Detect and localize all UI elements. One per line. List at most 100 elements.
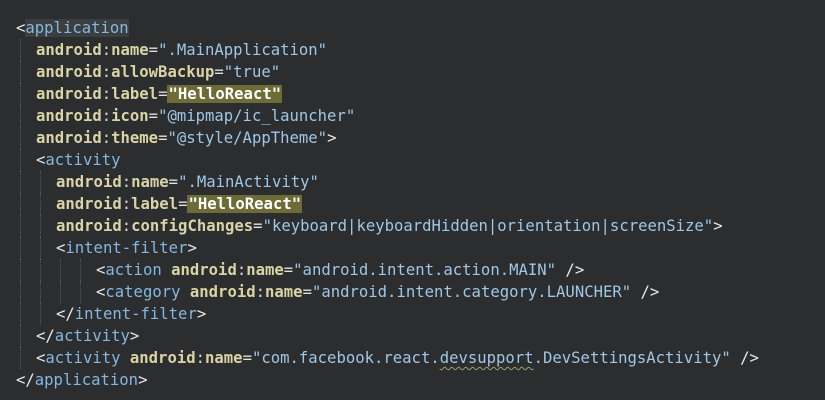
code-line[interactable]: <activity android:name="com.facebook.rea… (16, 347, 825, 369)
code-content: </activity> (36, 327, 139, 345)
namespace-colon: : (255, 283, 265, 301)
equals-sign: = (214, 63, 224, 81)
code-line[interactable]: <activity (16, 149, 825, 171)
code-line[interactable]: android:label="HelloReact" (16, 83, 825, 105)
namespace-colon: : (101, 107, 112, 125)
tag-name: application (25, 19, 129, 37)
tag-bracket: < (36, 349, 46, 367)
indent-guide (40, 215, 41, 237)
indent-guide (40, 281, 41, 303)
indent-guide (20, 83, 21, 105)
indent-guide (20, 215, 21, 237)
attr-value: devsupport (439, 349, 534, 367)
attr-namespace: android (36, 129, 102, 147)
equals-sign: = (253, 217, 263, 235)
code-line[interactable]: <action android:name="android.intent.act… (16, 259, 825, 281)
attr-name: name (265, 283, 303, 301)
namespace-colon: : (101, 85, 112, 103)
attr-value: "HelloReact" (167, 85, 283, 103)
indent-guide (20, 259, 21, 281)
code-line[interactable]: android:icon="@mipmap/ic_launcher" (16, 105, 825, 127)
code-line[interactable]: android:configChanges="keyboard|keyboard… (16, 215, 825, 237)
code-line[interactable]: android:allowBackup="true" (16, 61, 825, 83)
code-line[interactable]: android:name=".MainApplication" (16, 39, 825, 61)
code-content: </application> (16, 371, 147, 389)
code-line[interactable]: android:theme="@style/AppTheme"> (16, 127, 825, 149)
attr-name: name (205, 349, 243, 367)
code-content: <action android:name="android.intent.act… (96, 261, 584, 279)
attr-value: .DevSettingsActivity" (533, 349, 731, 367)
indent-guide (60, 281, 61, 303)
attr-value: "android.intent.action.MAIN" (293, 261, 557, 279)
namespace-colon: : (236, 261, 247, 279)
tag-name: category (105, 283, 190, 301)
equals-sign: = (302, 283, 312, 301)
namespace-colon: : (101, 63, 112, 81)
attr-namespace: android (56, 217, 122, 235)
code-line[interactable]: android:name=".MainActivity" (16, 171, 825, 193)
attr-namespace: android (56, 173, 122, 191)
indent-guide (20, 127, 21, 149)
tag-name: activity (45, 151, 121, 169)
attr-namespace: android (129, 349, 196, 367)
code-editor[interactable]: <application android:name=".MainApplicati… (0, 0, 825, 400)
attr-namespace: android (56, 195, 122, 213)
tag-bracket: /> (631, 283, 660, 301)
tag-bracket: < (36, 151, 46, 169)
code-content: <category android:name="android.intent.c… (96, 283, 659, 301)
code-line[interactable]: <intent-filter> (16, 237, 825, 259)
namespace-colon: : (121, 173, 132, 191)
indent-guide (20, 149, 21, 171)
tag-bracket: > (713, 217, 723, 235)
equals-sign: = (283, 261, 294, 279)
code-content: <activity android:name="com.facebook.rea… (36, 349, 759, 367)
indent-guide (80, 259, 81, 281)
code-content: </intent-filter> (56, 305, 206, 323)
code-content: android:configChanges="keyboard|keyboard… (56, 217, 723, 235)
code-content: <intent-filter> (56, 239, 197, 257)
indent-guide (80, 281, 81, 303)
namespace-colon: : (121, 217, 132, 235)
attr-value: "com.facebook.react. (251, 349, 440, 367)
code-content: android:label="HelloReact" (36, 85, 283, 103)
tag-bracket: < (16, 19, 26, 37)
attr-value: "@mipmap/ic_launcher" (158, 107, 356, 125)
tag-name: application (34, 371, 139, 389)
attr-value: ".MainActivity" (178, 173, 319, 191)
attr-name: label (131, 195, 179, 213)
attr-value: "@style/AppTheme" (167, 129, 328, 147)
indent-guide (20, 39, 21, 61)
attr-name: allowBackup (111, 63, 215, 81)
tag-name: activity (54, 327, 130, 345)
code-line[interactable]: <application (16, 17, 825, 39)
code-line[interactable]: </intent-filter> (16, 303, 825, 325)
code-line[interactable]: android:label="HelloReact" (16, 193, 825, 215)
namespace-colon: : (121, 195, 132, 213)
tag-bracket: > (187, 239, 197, 257)
indent-guide (40, 237, 41, 259)
attr-namespace: android (36, 63, 102, 81)
code-content: android:icon="@mipmap/ic_launcher" (36, 107, 355, 125)
namespace-colon: : (101, 41, 112, 59)
indent-guide (20, 303, 21, 325)
indent-guide (20, 193, 21, 215)
indent-guide (60, 259, 61, 281)
code-content: <application (16, 19, 129, 37)
code-line[interactable]: <category android:name="android.intent.c… (16, 281, 825, 303)
code-content: android:label="HelloReact" (56, 195, 303, 213)
code-content: android:allowBackup="true" (36, 63, 280, 81)
code-line[interactable]: </application> (16, 369, 825, 391)
equals-sign: = (148, 41, 159, 59)
tag-bracket: > (138, 371, 148, 389)
tag-name: intent-filter (74, 305, 197, 323)
attr-name: name (131, 173, 169, 191)
code-content: android:name=".MainApplication" (36, 41, 327, 59)
attr-namespace: android (171, 261, 237, 279)
indent-guide (40, 259, 41, 281)
tag-bracket: > (129, 327, 140, 345)
indent-guide (40, 171, 41, 193)
attr-value: "HelloReact" (187, 195, 303, 213)
code-line[interactable]: </activity> (16, 325, 825, 347)
attr-name: theme (111, 129, 159, 147)
indent-guide (20, 281, 21, 303)
